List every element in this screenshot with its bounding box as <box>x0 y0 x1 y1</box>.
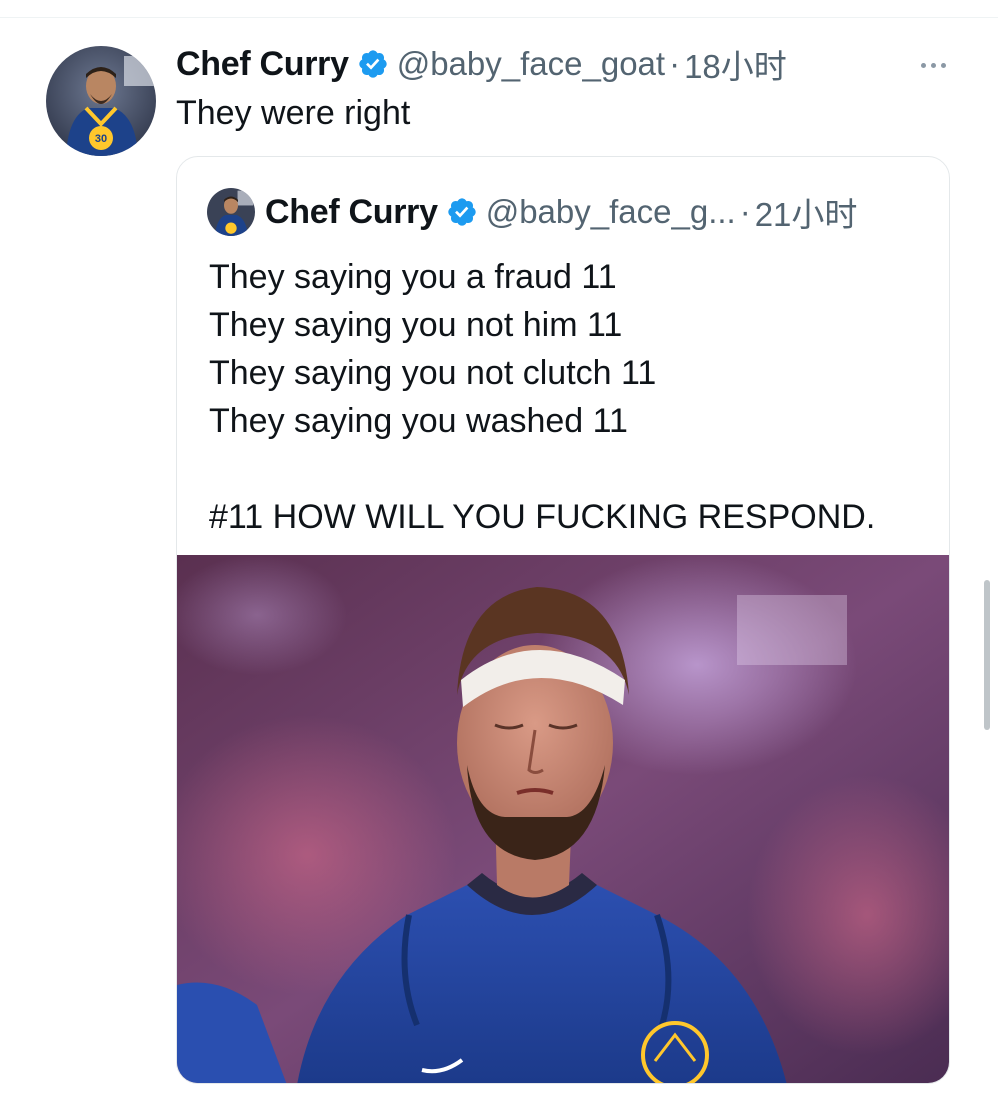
quoted-text-line: They saying you washed 11 <box>209 402 628 440</box>
quoted-tweet-header: Chef Curry @baby_face_g... · 21小时 <box>207 188 858 236</box>
quoted-text-line: They saying you a fraud 11 <box>209 258 617 296</box>
separator-dot: · <box>739 193 751 230</box>
quoted-text-line: They saying you not clutch 11 <box>209 354 657 392</box>
author-avatar[interactable]: 30 <box>46 46 156 156</box>
top-divider <box>0 17 998 18</box>
quoted-author-name: Chef Curry <box>265 192 438 231</box>
tweet-header: Chef Curry @baby_face_goat · 18小时 <box>176 44 787 86</box>
author-handle[interactable]: @baby_face_goat <box>397 45 665 83</box>
author-name[interactable]: Chef Curry <box>176 45 349 84</box>
quoted-tweet[interactable]: Chef Curry @baby_face_g... · 21小时 They s… <box>176 156 950 1084</box>
player-avatar-icon <box>207 188 255 236</box>
scrollbar[interactable] <box>984 580 990 730</box>
player-photo-icon <box>177 555 949 1083</box>
verified-badge-icon <box>357 48 389 80</box>
quoted-author-avatar <box>207 188 255 236</box>
more-options-icon[interactable] <box>906 50 960 80</box>
quoted-author-handle: @baby_face_g... <box>485 193 736 230</box>
quoted-text-line: They saying you not him 11 <box>209 306 623 344</box>
svg-text:30: 30 <box>95 133 107 145</box>
tweet-text: They were right <box>176 94 411 132</box>
quoted-text-closing-line: #11 HOW WILL YOU FUCKING RESPOND. <box>209 498 876 536</box>
separator-dot: · <box>669 45 681 82</box>
quoted-tweet-text: They saying you a fraud 11 They saying y… <box>209 253 929 541</box>
player-avatar-icon: 30 <box>46 46 156 156</box>
quoted-tweet-photo[interactable] <box>177 555 949 1083</box>
tweet-timestamp[interactable]: 18小时 <box>684 40 787 88</box>
verified-badge-icon <box>446 196 478 228</box>
quoted-tweet-timestamp: 21小时 <box>754 196 858 233</box>
